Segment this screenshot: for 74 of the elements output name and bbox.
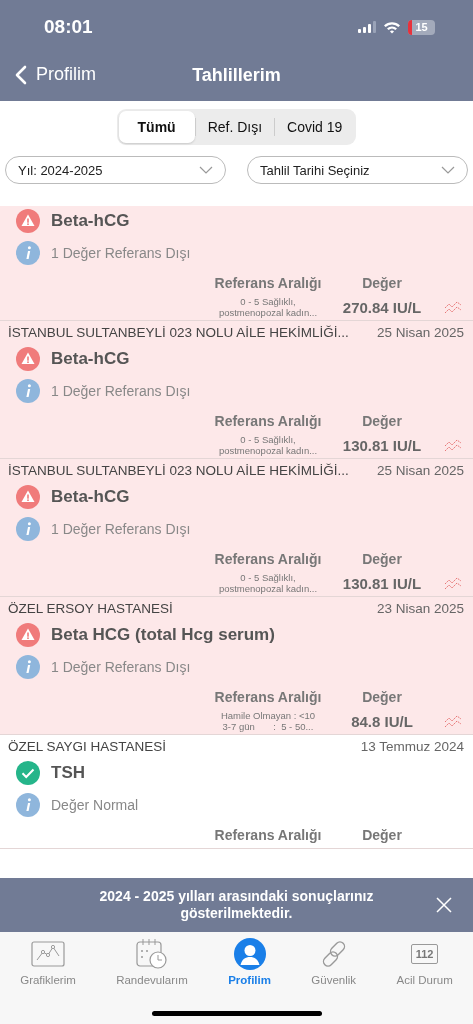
column-header: Referans Aralığı bbox=[213, 826, 323, 845]
column-header: Değer bbox=[361, 826, 403, 845]
back-chevron-icon bbox=[15, 64, 27, 85]
wifi-icon bbox=[383, 20, 401, 34]
page-title: Tahlillerim bbox=[192, 65, 281, 86]
result-card[interactable]: İSTANBUL SULTANBEYLİ 023 NOLU AİLE HEKİMLİĞİ... 25 Nisan 2025 Beta-hCG 1 Değer Referans Dışı Referans Aralığı Değer 0 - 5 Sağlıklı, postmenopozal kadın... 130.81 IU/L bbox=[0, 321, 473, 459]
chevron-down-icon bbox=[199, 166, 213, 174]
battery-icon: 15 bbox=[408, 19, 435, 35]
result-value: 270.84 IU/L bbox=[341, 298, 423, 316]
segment-tab[interactable]: Covid 19 bbox=[275, 111, 355, 143]
warning-icon bbox=[16, 485, 40, 509]
column-header: Referans Aralığı bbox=[213, 550, 323, 569]
reference-range: 0 - 5 Sağlıklı, postmenopozal kadın... bbox=[217, 572, 319, 594]
status-time: 08:01 bbox=[44, 16, 93, 38]
tab-item[interactable]: Profilim bbox=[226, 938, 273, 992]
reference-range: 0 - 5 Sağlıklı, postmenopozal kadın... bbox=[217, 296, 319, 318]
column-header: Değer bbox=[361, 412, 403, 431]
reference-range: 0 - 5 Sağlıklı, postmenopozal kadın... bbox=[217, 434, 319, 456]
status-note: 1 Değer Referans Dışı bbox=[51, 245, 191, 261]
test-date: 25 Nisan 2025 bbox=[376, 462, 464, 478]
column-header: Referans Aralığı bbox=[213, 412, 323, 431]
tab-item[interactable]: 112 Acil Durum bbox=[394, 938, 455, 992]
test-name: Beta-hCG bbox=[51, 349, 130, 369]
test-date: 13 Temmuz 2024 bbox=[360, 738, 464, 754]
lab-name: İSTANBUL SULTANBEYLİ 023 NOLU AİLE HEKİMLİĞİ... bbox=[8, 324, 349, 340]
test-date: 23 Nisan 2025 bbox=[376, 600, 464, 616]
column-header: Değer bbox=[361, 274, 403, 293]
result-value: 84.8 IU/L bbox=[350, 712, 414, 730]
segment-tab[interactable]: Ref. Dışı bbox=[195, 111, 275, 143]
info-icon bbox=[16, 793, 40, 817]
test-name: Beta HCG (total Hcg serum) bbox=[51, 625, 275, 645]
result-value: 130.81 IU/L bbox=[341, 436, 423, 454]
reference-range: Hamile Olmayan : <10 3-7 gün : 5 - 50... bbox=[219, 710, 317, 732]
column-header: Değer bbox=[361, 550, 403, 569]
trend-icon[interactable] bbox=[444, 714, 462, 728]
trend-icon[interactable] bbox=[444, 438, 462, 452]
user-icon bbox=[233, 938, 266, 970]
warning-icon bbox=[16, 209, 40, 233]
calendar-clock-icon bbox=[134, 938, 169, 970]
column-header: Değer bbox=[361, 688, 403, 707]
back-button[interactable]: Profilim bbox=[13, 62, 98, 87]
lab-name: İSTANBUL SULTANBEYLİ 023 NOLU AİLE HEKİMLİĞİ... bbox=[8, 462, 349, 478]
trend-icon[interactable] bbox=[444, 300, 462, 314]
warning-icon bbox=[16, 623, 40, 647]
test-date: 25 Nisan 2025 bbox=[376, 324, 464, 340]
result-card[interactable]: ÖZEL ERSOY HASTANESİ 23 Nisan 2025 Beta HCG (total Hcg serum) 1 Değer Referans Dışı Referans Aralığı Değer Hamile Olmayan : <10 3-7 gün : 5 - 50... 84.8 IU/L bbox=[0, 597, 473, 735]
info-icon bbox=[16, 241, 40, 265]
lab-name: ÖZEL ERSOY HASTANESİ bbox=[8, 600, 173, 616]
test-name: Beta-hCG bbox=[51, 211, 130, 231]
emergency-number-icon: 112 bbox=[410, 944, 439, 964]
check-icon bbox=[16, 761, 40, 785]
result-value: 130.81 IU/L bbox=[341, 574, 423, 592]
info-icon bbox=[16, 517, 40, 541]
test-name: Beta-hCG bbox=[51, 487, 130, 507]
info-icon bbox=[16, 655, 40, 679]
status-note: 1 Değer Referans Dışı bbox=[51, 521, 191, 537]
status-note: Değer Normal bbox=[51, 797, 139, 813]
warning-icon bbox=[16, 347, 40, 371]
segment-tab[interactable]: Tümü bbox=[118, 111, 195, 143]
chevron-down-icon bbox=[441, 166, 455, 174]
chart-icon bbox=[31, 941, 65, 967]
info-icon bbox=[16, 379, 40, 403]
test-name: TSH bbox=[51, 763, 85, 783]
close-icon[interactable] bbox=[435, 896, 453, 914]
status-note: 1 Değer Referans Dışı bbox=[51, 383, 191, 399]
result-card[interactable]: İSTANBUL SULTANBEYLİ 023 NOLU AİLE HEKİMLİĞİ... 25 Nisan 2025 Beta-hCG 1 Değer Referans Dışı Referans Aralığı Değer 0 - 5 Sağlıklı, postmenopozal kadın... 130.81 IU/L bbox=[0, 459, 473, 597]
column-header: Referans Aralığı bbox=[213, 688, 323, 707]
result-card[interactable]: Beta-hCG 1 Değer Referans Dışı Referans Aralığı Değer 0 - 5 Sağlıklı, postmenopozal kadın... 270.84 IU/L bbox=[0, 206, 473, 321]
trend-icon[interactable] bbox=[444, 576, 462, 590]
signal-icon bbox=[358, 21, 376, 33]
banner-message: 2024 - 2025 yılları arasındaki sonuçlarınız gösterilmektedir. bbox=[98, 888, 375, 922]
lab-name: ÖZEL SAYGI HASTANESİ bbox=[8, 738, 167, 754]
column-header: Referans Aralığı bbox=[213, 274, 323, 293]
status-note: 1 Değer Referans Dışı bbox=[51, 659, 191, 675]
